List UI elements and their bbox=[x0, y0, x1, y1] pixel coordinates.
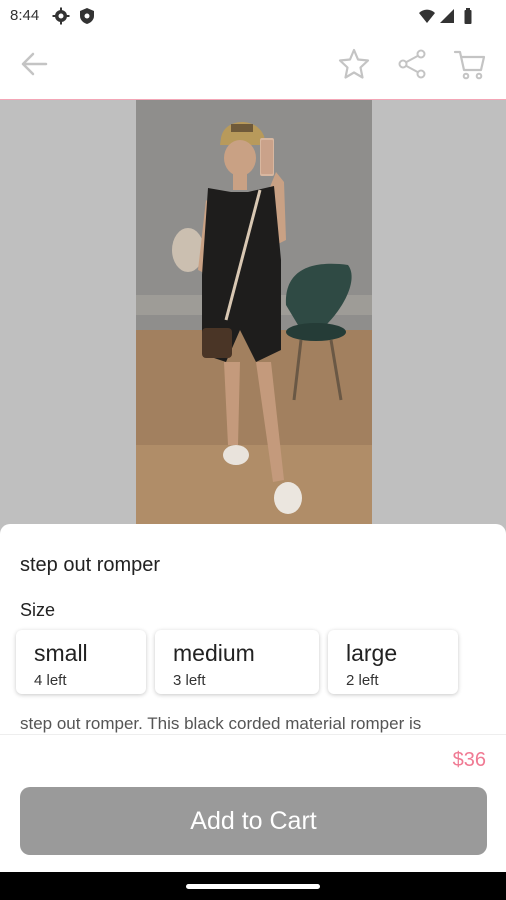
product-photo[interactable] bbox=[136, 100, 372, 540]
wifi-icon bbox=[418, 7, 436, 25]
share-button[interactable] bbox=[392, 46, 432, 86]
star-icon bbox=[337, 47, 371, 86]
back-button[interactable] bbox=[14, 46, 54, 86]
home-gesture-handle[interactable] bbox=[186, 884, 320, 889]
size-option-large[interactable]: large 2 left bbox=[328, 630, 458, 694]
shield-icon bbox=[78, 7, 96, 25]
size-option-medium[interactable]: medium 3 left bbox=[155, 630, 319, 694]
battery-icon bbox=[460, 7, 478, 25]
size-heading: Size bbox=[20, 600, 56, 620]
size-option-name: small bbox=[34, 640, 88, 666]
add-to-cart-button[interactable]: Add to Cart bbox=[20, 787, 487, 855]
cart-icon bbox=[453, 47, 487, 86]
status-bar: 8:44 bbox=[0, 0, 506, 32]
product-title: step out romper bbox=[20, 554, 161, 576]
size-option-stock: 2 left bbox=[346, 672, 379, 689]
signal-icon bbox=[438, 7, 456, 25]
product-image-area bbox=[0, 100, 506, 540]
size-option-stock: 3 left bbox=[173, 672, 206, 689]
size-option-name: medium bbox=[173, 640, 255, 666]
back-arrow-icon bbox=[18, 48, 50, 85]
favorite-button[interactable] bbox=[334, 46, 374, 86]
share-icon bbox=[396, 48, 428, 85]
size-option-small[interactable]: small 4 left bbox=[16, 630, 146, 694]
cart-button[interactable] bbox=[450, 46, 490, 86]
status-time: 8:44 bbox=[10, 7, 40, 24]
app-bar bbox=[0, 32, 506, 100]
system-navigation-bar bbox=[0, 872, 506, 900]
size-option-stock: 4 left bbox=[34, 672, 67, 689]
product-price: $36 bbox=[452, 749, 486, 771]
checkout-bar: $36 Add to Cart bbox=[0, 734, 506, 873]
size-option-name: large bbox=[346, 640, 398, 666]
product-detail-sheet: step out romper Size small 4 left medium… bbox=[0, 524, 506, 734]
product-description: step out romper. This black corded mater… bbox=[20, 714, 422, 733]
settings-gear-icon bbox=[52, 7, 70, 25]
